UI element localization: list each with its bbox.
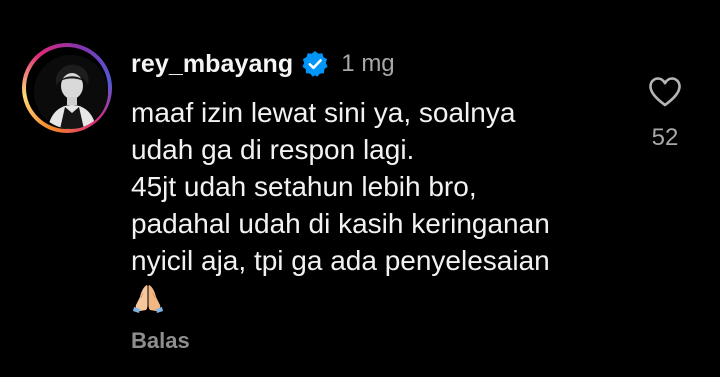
folded-hands-emoji xyxy=(133,285,163,313)
heart-outline-icon[interactable] xyxy=(648,76,682,108)
comment-text: maaf izin lewat sini ya, soalnya udah ga… xyxy=(131,94,651,313)
reply-button[interactable]: Balas xyxy=(131,328,190,354)
avatar-image xyxy=(34,55,108,129)
like-count: 52 xyxy=(651,124,679,151)
comment-line: 45jt udah setahun lebih bro, xyxy=(131,171,477,202)
avatar-story-ring[interactable] xyxy=(22,43,112,133)
comment-item: rey_mbayang 1 mg maaf izin lewat sini ya… xyxy=(0,0,720,377)
comment-line: udah ga di respon lagi. xyxy=(131,134,415,165)
comment-timestamp: 1 mg xyxy=(341,50,395,77)
comment-header: rey_mbayang 1 mg xyxy=(131,48,395,80)
avatar xyxy=(34,55,108,129)
comment-line: padahal udah di kasih keringanan xyxy=(131,208,550,239)
username[interactable]: rey_mbayang xyxy=(131,50,293,79)
verified-badge-icon xyxy=(302,51,328,77)
comment-line: nyicil aja, tpi ga ada penyelesaian xyxy=(131,245,550,276)
comment-line: maaf izin lewat sini ya, soalnya xyxy=(131,97,516,128)
like-section: 52 xyxy=(640,76,690,152)
